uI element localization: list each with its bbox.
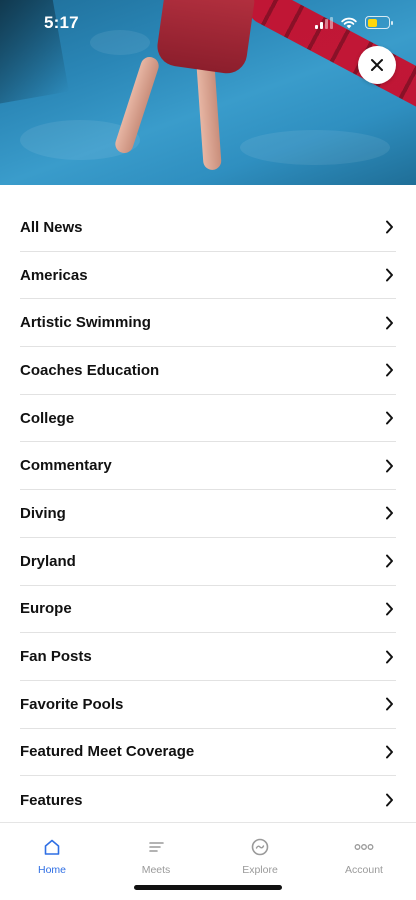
menu-item-coaches-education[interactable]: Coaches Education [20, 347, 396, 395]
menu-item-fan-posts[interactable]: Fan Posts [20, 633, 396, 681]
chevron-right-icon [382, 459, 396, 473]
chevron-right-icon [382, 602, 396, 616]
status-bar: 5:17 [0, 0, 416, 48]
chevron-right-icon [382, 220, 396, 234]
battery-level [367, 18, 377, 27]
menu-item-dryland[interactable]: Dryland [20, 538, 396, 586]
tab-explore[interactable]: Explore [220, 837, 300, 876]
tab-home[interactable]: Home [12, 837, 92, 876]
menu-item-artistic-swimming[interactable]: Artistic Swimming [20, 299, 396, 348]
news-category-list: All News Americas Artistic Swimming Coac… [20, 204, 396, 824]
menu-item-label: Europe [20, 600, 72, 618]
menu-item-label: Commentary [20, 457, 112, 475]
tab-label: Meets [141, 864, 171, 876]
status-icons [315, 16, 393, 29]
menu-item-europe[interactable]: Europe [20, 586, 396, 634]
menu-item-diving[interactable]: Diving [20, 490, 396, 538]
chevron-right-icon [382, 745, 396, 759]
menu-item-commentary[interactable]: Commentary [20, 442, 396, 491]
menu-item-label: Features [20, 791, 83, 809]
menu-item-featured-meet-coverage[interactable]: Featured Meet Coverage [20, 729, 396, 777]
chevron-right-icon [382, 363, 396, 377]
list-icon [147, 837, 165, 857]
tab-label: Account [345, 864, 383, 876]
close-icon [371, 59, 383, 71]
menu-item-favorite-pools[interactable]: Favorite Pools [20, 681, 396, 729]
menu-item-label: Featured Meet Coverage [20, 743, 195, 761]
menu-item-label: Dryland [20, 552, 76, 570]
chevron-right-icon [382, 554, 396, 568]
chevron-right-icon [382, 650, 396, 664]
tab-meets[interactable]: Meets [116, 837, 196, 876]
wifi-icon [341, 17, 357, 28]
chevron-right-icon [382, 316, 396, 330]
status-time: 5:17 [44, 13, 79, 32]
menu-item-features[interactable]: Features [20, 776, 396, 824]
close-button[interactable] [358, 46, 396, 84]
explore-icon [251, 837, 269, 857]
menu-item-label: Coaches Education [20, 361, 160, 379]
chevron-right-icon [382, 268, 396, 282]
tab-label: Explore [242, 864, 278, 876]
menu-item-label: Americas [20, 266, 88, 284]
water-ripple [240, 130, 390, 165]
menu-item-label: Fan Posts [20, 648, 92, 666]
menu-item-all-news[interactable]: All News [20, 204, 396, 252]
more-icon [354, 837, 374, 857]
home-icon [43, 837, 61, 857]
swimmer-leg [196, 59, 222, 171]
chevron-right-icon [382, 411, 396, 425]
menu-item-americas[interactable]: Americas [20, 252, 396, 300]
tab-label: Home [37, 864, 66, 876]
chevron-right-icon [382, 793, 396, 807]
menu-item-label: Artistic Swimming [20, 314, 151, 332]
chevron-right-icon [382, 506, 396, 520]
chevron-right-icon [382, 697, 396, 711]
menu-item-label: College [20, 409, 75, 427]
menu-item-label: Diving [20, 504, 66, 522]
home-indicator [134, 885, 282, 890]
menu-item-label: Favorite Pools [20, 695, 124, 713]
signal-icon [315, 16, 333, 29]
menu-item-college[interactable]: College [20, 395, 396, 443]
tab-account[interactable]: Account [324, 837, 404, 876]
battery-icon [365, 16, 393, 29]
menu-item-label: All News [20, 218, 83, 236]
